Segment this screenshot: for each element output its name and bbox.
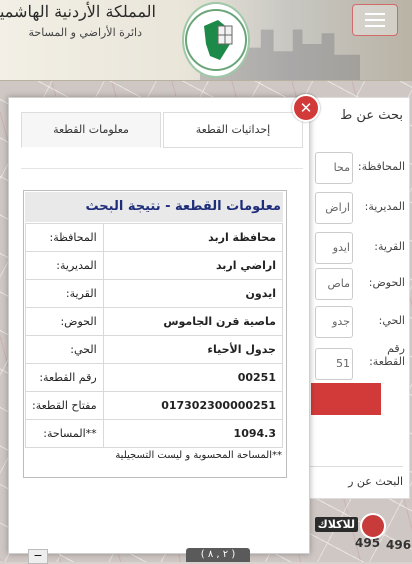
table-row: رقم القطعة: 00251 [25,363,284,392]
side-label: القرية: [374,240,405,253]
close-modal-button[interactable]: ✕ [292,94,320,122]
side-label: رقم القطعة: [369,342,405,368]
row-value: 017302300000251 [102,391,284,420]
row-label: الحي: [25,335,104,364]
row-value: اراضي اربد [102,251,284,280]
modal-tabs: إحداثيات القطعة معلومات القطعة [21,112,303,148]
table-row: الحوض: ماصية قرن الجاموس [25,307,284,336]
row-value: محافظة اربد [102,223,284,252]
row-label: المديرية: [25,251,104,280]
side-label: المحافظة: [357,160,405,173]
row-value: 1094.3 [102,419,284,448]
search-panel-title: بحث عن ط [340,108,403,123]
tab-parcel-coordinates[interactable]: إحداثيات القطعة [163,112,303,148]
row-value: 00251 [102,363,284,392]
village-select[interactable]: ايدو [315,232,353,264]
area-footnote: **المساحة المحسوبة و ليست التسجيلية [115,450,282,461]
table-row: **المساحة: 1094.3 [25,419,284,448]
parcel-info-modal: إحداثيات القطعة معلومات القطعة معلومات ا… [8,97,310,554]
row-value: ماصية قرن الجاموس [102,307,284,336]
table-row: القرية: ايدون [25,279,284,308]
basin-select[interactable]: ماص [315,268,353,300]
row-label: **المساحة: [25,419,104,448]
parcel-info-table: المحافظة: محافظة اربد المديرية: اراضي ار… [25,223,284,448]
search-panel: بحث عن ط المحافظة: محا المديرية: اراض ال… [298,97,410,499]
row-label: مفتاح القطعة: [25,391,104,420]
parcel-number-input[interactable]: 51 [315,348,353,380]
row-label: المحافظة: [25,223,104,252]
side-label: الحوض: [368,276,405,289]
side-label: الحي: [378,314,405,327]
row-label: رقم القطعة: [25,363,104,392]
department-title: دائرة الأراضي و المساحة [28,26,143,39]
search-by-number-section[interactable]: البحث عن ر [303,466,403,497]
result-title: معلومات القطعة - نتيجة البحث [25,192,283,222]
row-value: جدول الأحياء [102,335,284,364]
site-header: المملكة الأردنية الهاشمية دائرة الأراضي … [0,0,412,81]
dls-logo [182,2,250,78]
row-label: القرية: [25,279,104,308]
menu-button[interactable] [352,4,398,36]
row-value: ايدون [102,279,284,308]
directorate-select[interactable]: اراض [315,192,353,224]
table-row: المحافظة: محافظة اربد [25,223,284,252]
table-row: المديرية: اراضي اربد [25,251,284,280]
row-label: الحوض: [25,307,104,336]
brand-watermark: للاكلاك [306,513,386,539]
location-pin-icon [360,513,386,539]
parcel-info-box: معلومات القطعة - نتيجة البحث المحافظة: م… [23,190,287,478]
coordinate-readout: ( ٢ , ٨ ) [186,548,250,562]
map-parcel-number: 496 [386,538,412,552]
tab-parcel-info[interactable]: معلومات القطعة [21,112,161,148]
table-row: الحي: جدول الأحياء [25,335,284,364]
divider [21,168,303,169]
brand-text: للاكلاك [314,517,358,532]
hamburger-icon [365,25,385,27]
hamburger-icon [365,13,385,15]
table-row: مفتاح القطعة: 017302300000251 [25,391,284,420]
side-label: المديرية: [364,200,405,213]
district-select[interactable]: جدو [315,306,353,338]
hamburger-icon [365,19,385,21]
governorate-select[interactable]: محا [315,152,353,184]
search-button[interactable] [311,383,381,415]
close-icon: ✕ [299,99,313,117]
kingdom-title: المملكة الأردنية الهاشمية [0,2,156,21]
